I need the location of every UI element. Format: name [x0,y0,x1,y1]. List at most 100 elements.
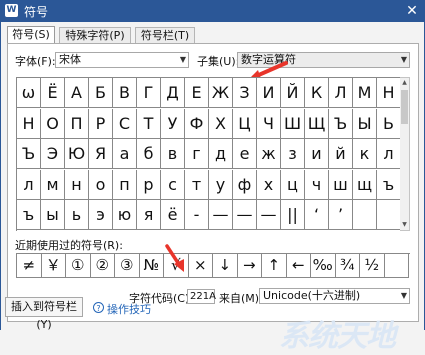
symbol-cell[interactable]: ц [281,169,305,200]
symbol-cell[interactable]: Ф [185,108,209,139]
tab-special-chars[interactable]: 特殊字符(P) [59,27,131,43]
close-button[interactable]: ✕ [402,1,422,21]
symbol-cell[interactable]: а [113,139,137,170]
symbol-cell[interactable]: ш [329,169,353,200]
symbol-cell[interactable]: я [137,200,161,231]
symbol-cell[interactable]: л [377,139,401,170]
help-icon[interactable]: ? [93,302,104,313]
symbol-cell[interactable]: З [233,78,257,108]
from-select[interactable]: Unicode(十六进制) ▼ [259,288,410,304]
font-select[interactable]: 宋体 ▼ [55,52,189,68]
recent-symbol-cell[interactable]: № [139,254,164,278]
tab-symbols[interactable]: 符号(S) [7,26,55,44]
symbol-cell[interactable]: — [209,200,233,231]
symbol-cell[interactable]: к [353,139,377,170]
symbol-cell[interactable]: Ъ [329,108,353,139]
symbol-cell[interactable]: ‘ [305,200,329,231]
symbol-cell[interactable]: А [65,78,89,108]
symbol-cell[interactable]: Н [17,108,41,139]
symbol-cell[interactable]: ъ [17,200,41,231]
symbol-cell[interactable]: у [209,169,233,200]
symbol-cell[interactable]: ы [41,200,65,231]
symbol-cell[interactable]: || [281,200,305,231]
symbol-cell[interactable]: щ [353,169,377,200]
recent-symbol-cell[interactable]: ½ [360,254,385,278]
tips-link[interactable]: 操作技巧 [107,301,151,317]
symbol-cell[interactable]: е [233,139,257,170]
symbol-cell[interactable]: ю [113,200,137,231]
symbol-cell[interactable]: К [305,78,329,108]
symbol-cell[interactable]: Л [329,78,353,108]
symbol-cell[interactable] [377,200,401,231]
symbol-cell[interactable]: Й [281,78,305,108]
recent-symbol-cell[interactable]: ② [90,254,115,278]
symbol-cell[interactable]: Ж [209,78,233,108]
symbol-cell[interactable]: ё [161,200,185,231]
symbol-cell[interactable]: С [113,108,137,139]
symbol-cell[interactable]: Ш [281,108,305,139]
symbol-cell[interactable]: з [281,139,305,170]
symbol-cell[interactable]: р [137,169,161,200]
symbol-cell[interactable]: п [113,169,137,200]
symbol-cell[interactable]: т [185,169,209,200]
symbol-cell[interactable]: Ц [233,108,257,139]
char-code-input[interactable]: 221A [187,289,216,304]
symbol-cell[interactable]: ч [305,169,329,200]
recent-symbol-cell[interactable]: → [237,254,262,278]
scroll-up-icon[interactable]: ▲ [400,78,409,88]
recent-symbol-cell[interactable]: ← [286,254,311,278]
symbol-cell[interactable]: В [113,78,137,108]
symbol-cell[interactable]: ж [257,139,281,170]
symbol-cell[interactable]: М [353,78,377,108]
symbol-cell[interactable]: н [65,169,89,200]
symbol-cell[interactable]: У [161,108,185,139]
symbol-cell[interactable]: о [89,169,113,200]
symbol-cell[interactable]: л [17,169,41,200]
symbol-cell[interactable]: ь [65,200,89,231]
recent-symbol-cell[interactable]: ¾ [335,254,360,278]
symbol-cell[interactable]: Ы [353,108,377,139]
symbol-cell[interactable]: и [305,139,329,170]
symbol-cell[interactable]: - [185,200,209,231]
symbol-cell[interactable]: П [65,108,89,139]
grid-scrollbar[interactable]: ▲ ▼ [400,77,410,231]
symbol-cell[interactable]: Я [89,139,113,170]
symbol-cell[interactable]: ъ [377,169,401,200]
recent-symbol-cell[interactable]: ③ [115,254,140,278]
symbol-cell[interactable]: ф [233,169,257,200]
symbol-cell[interactable]: г [185,139,209,170]
recent-symbol-cell[interactable]: ≠ [17,254,42,278]
scroll-thumb[interactable] [401,90,408,124]
symbol-cell[interactable]: м [41,169,65,200]
symbol-cell[interactable]: Ю [65,139,89,170]
symbol-cell[interactable]: х [257,169,281,200]
symbol-cell[interactable]: с [161,169,185,200]
symbol-cell[interactable]: — [233,200,257,231]
symbol-cell[interactable] [353,200,377,231]
symbol-cell[interactable]: И [257,78,281,108]
symbol-cell[interactable]: О [41,108,65,139]
symbol-cell[interactable]: Ч [257,108,281,139]
symbol-cell[interactable]: в [161,139,185,170]
symbol-cell[interactable]: — [257,200,281,231]
insert-to-symbol-bar-button[interactable]: 插入到符号栏(Y) [5,297,83,331]
symbol-cell[interactable]: Н [377,78,401,108]
recent-symbol-cell[interactable]: × [188,254,213,278]
symbol-cell[interactable]: Э [41,139,65,170]
symbol-cell[interactable]: Ъ [17,139,41,170]
symbol-cell[interactable]: ω [17,78,41,108]
symbol-cell[interactable]: ’ [329,200,353,231]
tab-symbol-bar[interactable]: 符号栏(T) [135,27,195,43]
recent-symbol-cell[interactable]: ↑ [262,254,287,278]
recent-symbol-cell[interactable] [384,254,409,278]
symbol-cell[interactable]: Г [137,78,161,108]
scroll-down-icon[interactable]: ▼ [400,220,409,230]
symbol-cell[interactable]: д [209,139,233,170]
symbol-cell[interactable]: Ь [377,108,401,139]
symbol-cell[interactable]: й [329,139,353,170]
symbol-cell[interactable]: Р [89,108,113,139]
symbol-cell[interactable]: Б [89,78,113,108]
symbol-cell[interactable]: Ё [41,78,65,108]
symbol-cell[interactable]: Щ [305,108,329,139]
symbol-cell[interactable]: Т [137,108,161,139]
